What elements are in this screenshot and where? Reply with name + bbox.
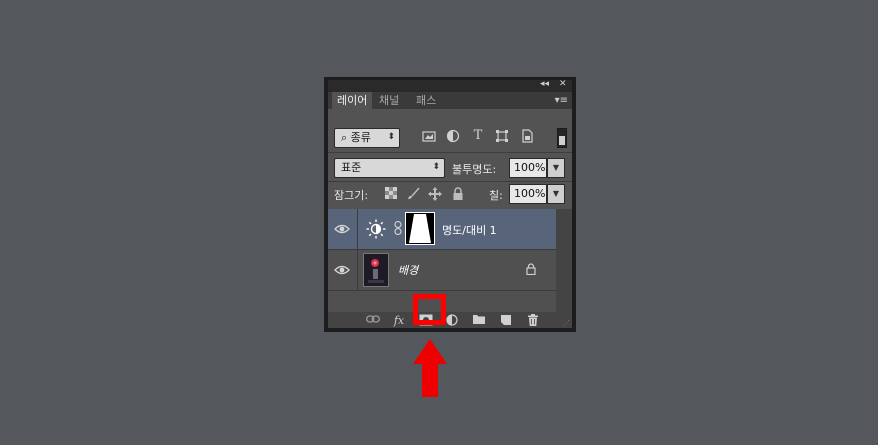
- red-arrow-icon: [413, 339, 447, 397]
- lock-label: 잠그기:: [334, 189, 369, 202]
- fill-label: 칠:: [489, 189, 503, 202]
- image-filter-icon[interactable]: [422, 129, 436, 143]
- filter-kind-select[interactable]: ⌕ 종류 ⬍: [334, 128, 400, 148]
- shape-filter-icon[interactable]: [495, 129, 509, 143]
- select-arrows-icon: ⬍: [432, 162, 440, 172]
- tab-paths[interactable]: 패스: [411, 92, 441, 109]
- layer-mask-thumbnail[interactable]: [405, 212, 435, 245]
- panel-tabs: 레이어 채널 패스 ▾≡: [328, 92, 572, 109]
- lock-all-icon[interactable]: [451, 187, 465, 201]
- layer-row-background[interactable]: 배경: [328, 250, 556, 291]
- fill-dropdown-icon[interactable]: ▼: [547, 184, 565, 204]
- link-icon[interactable]: [366, 314, 380, 327]
- fx-icon[interactable]: fx: [392, 314, 406, 327]
- layer-lock-icon: [526, 263, 536, 278]
- blend-mode-select[interactable]: 표준 ⬍: [334, 158, 445, 178]
- filter-kind-label: 종류: [350, 131, 371, 144]
- tab-layers[interactable]: 레이어: [332, 92, 373, 109]
- blend-mode-value: 표준: [341, 161, 362, 174]
- close-panel-icon[interactable]: ✕: [559, 79, 567, 89]
- collapse-panel-icon[interactable]: ◂◂: [540, 79, 549, 89]
- divider: [357, 209, 358, 249]
- panel-menu-icon[interactable]: ▾≡: [555, 95, 568, 106]
- group-folder-icon[interactable]: [472, 314, 486, 327]
- layer-list-scrollbar[interactable]: [556, 209, 572, 312]
- layers-bottom-toolbar: fx ⋰: [328, 312, 572, 328]
- visibility-eye-icon[interactable]: [334, 262, 350, 278]
- mask-link-chain-icon[interactable]: [394, 220, 402, 238]
- new-adjustment-icon[interactable]: [446, 314, 460, 327]
- opacity-label: 불투명도:: [452, 163, 497, 176]
- opacity-dropdown-icon[interactable]: ▼: [547, 158, 565, 178]
- filter-toggle-switch[interactable]: [557, 128, 567, 148]
- divider: [357, 250, 358, 290]
- panel-body: 레이어 채널 패스 ▾≡ ⌕ 종류 ⬍ T 표준 ⬍ 불투명도: 100% ▼ …: [328, 92, 572, 328]
- brightness-contrast-icon: [366, 219, 386, 239]
- divider: [328, 152, 572, 153]
- lock-image-pixels-brush-icon[interactable]: [406, 187, 420, 201]
- background-layer-thumbnail[interactable]: [363, 253, 389, 287]
- layers-panel: ◂◂ ✕ 레이어 채널 패스 ▾≡ ⌕ 종류 ⬍ T 표준 ⬍ 불투명도: 10…: [324, 77, 576, 332]
- layer-row-brightness-contrast[interactable]: 명도/대비 1: [328, 209, 556, 250]
- adjustment-filter-icon[interactable]: [446, 129, 460, 143]
- panel-titlebar: ◂◂ ✕: [328, 79, 572, 92]
- highlight-box: [413, 294, 446, 325]
- smart-object-filter-icon[interactable]: [520, 129, 534, 143]
- delete-icon[interactable]: [526, 314, 540, 327]
- layer-name[interactable]: 명도/대비 1: [442, 222, 497, 238]
- tab-channels[interactable]: 채널: [374, 92, 404, 109]
- new-layer-icon[interactable]: [499, 314, 513, 327]
- fill-input[interactable]: 100%: [509, 184, 547, 204]
- select-arrows-icon: ⬍: [387, 132, 395, 142]
- type-filter-icon[interactable]: T: [471, 129, 485, 143]
- lock-transparent-pixels-icon[interactable]: [384, 187, 398, 201]
- visibility-eye-icon[interactable]: [334, 221, 350, 237]
- search-icon: ⌕: [341, 131, 348, 144]
- layer-name[interactable]: 배경: [398, 262, 418, 278]
- lock-position-move-icon[interactable]: [428, 187, 442, 201]
- divider: [328, 181, 572, 182]
- opacity-input[interactable]: 100%: [509, 158, 547, 178]
- resize-grip-icon[interactable]: ⋰: [563, 319, 570, 327]
